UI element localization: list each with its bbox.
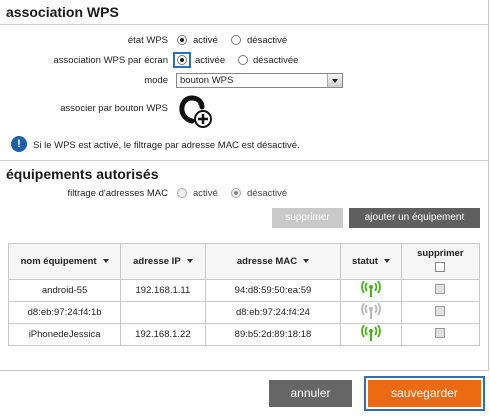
mode-select-value: bouton WPS	[180, 75, 234, 86]
row-delete-checkbox[interactable]	[435, 284, 446, 294]
info-icon: !	[11, 136, 27, 152]
supprimer-button[interactable]: supprimer	[272, 208, 343, 228]
cell-mac: d8:eb:97:24:f4:24	[204, 301, 342, 324]
divider	[0, 24, 488, 25]
ecran-desactivee-radio[interactable]	[238, 55, 248, 65]
row-delete-checkbox[interactable]	[435, 328, 446, 338]
wps-push-button-icon[interactable]	[178, 94, 214, 130]
cell-mac: 94:d8:59:50:ea:59	[204, 279, 342, 302]
bouton-wps-label: associer par bouton WPS	[60, 103, 168, 114]
cell-nom: d8:eb:97:24:f4:1b	[7, 301, 122, 324]
sort-arrow-icon[interactable]	[303, 259, 310, 264]
cell-nom: iPhonedeJessica	[7, 323, 122, 346]
cell-supprimer	[400, 279, 481, 302]
wifi-connected-icon	[361, 324, 381, 341]
equipements-table: nom équipement adresse IP adresse MAC st…	[7, 243, 481, 346]
cell-ip	[120, 301, 206, 324]
info-text: Si le WPS est activé, le filtrage par ad…	[33, 140, 300, 151]
cell-mac: 89:b5:2d:89:18:18	[204, 323, 342, 346]
table-row: iPhonedeJessica 192.168.1.22 89:b5:2d:89…	[7, 323, 481, 346]
sort-arrow-icon[interactable]	[186, 259, 193, 264]
ecran-desactivee-label[interactable]: désactivée	[253, 55, 298, 66]
cell-ip: 192.168.1.11	[120, 279, 206, 302]
divider	[0, 160, 488, 161]
cell-nom: android-55	[7, 279, 122, 302]
table-row: d8:eb:97:24:f4:1b d8:eb:97:24:f4:24	[7, 301, 481, 324]
ecran-activee-radio[interactable]	[177, 55, 187, 65]
filtrage-desactive-label[interactable]: désactivé	[247, 188, 287, 199]
wifi-disconnected-icon	[361, 302, 381, 319]
sauvegarder-button[interactable]: sauvegarder	[368, 380, 481, 407]
sort-arrow-icon[interactable]	[383, 259, 390, 264]
etat-wps-label: état WPS	[127, 35, 168, 46]
cell-ip: 192.168.1.22	[120, 323, 206, 346]
etat-wps-desactive-radio[interactable]	[231, 35, 241, 45]
column-header-mac[interactable]: adresse MAC	[204, 243, 342, 280]
filtrage-desactive-radio[interactable]	[231, 188, 241, 198]
etat-wps-active-radio[interactable]	[177, 35, 187, 45]
cell-statut	[340, 323, 402, 346]
select-all-checkbox[interactable]	[435, 262, 446, 272]
column-header-nom[interactable]: nom équipement	[7, 243, 122, 280]
ajouter-equipement-button[interactable]: ajouter un équipement	[349, 208, 480, 228]
sauvegarder-button-focus[interactable]: sauvegarder	[364, 376, 485, 411]
section-title-equipements: équipements autorisés	[6, 166, 159, 182]
column-header-ip[interactable]: adresse IP	[120, 243, 206, 280]
cell-supprimer	[400, 323, 481, 346]
etat-wps-active-label[interactable]: activé	[193, 35, 218, 46]
column-header-statut[interactable]: statut	[340, 243, 402, 280]
etat-wps-desactive-label[interactable]: désactivé	[247, 35, 287, 46]
ecran-label: association WPS par écran	[53, 55, 168, 66]
column-header-supprimer: supprimer	[400, 243, 481, 280]
table-row: android-55 192.168.1.11 94:d8:59:50:ea:5…	[7, 279, 481, 302]
settings-panel: association WPS état WPS activé désactiv…	[0, 0, 489, 371]
mode-label: mode	[144, 75, 168, 86]
section-title-wps: association WPS	[6, 4, 119, 20]
filtrage-active-radio[interactable]	[177, 188, 187, 198]
row-delete-checkbox[interactable]	[435, 306, 446, 316]
annuler-button[interactable]: annuler	[269, 380, 352, 407]
chevron-down-icon[interactable]	[327, 74, 342, 87]
wifi-connected-icon	[361, 280, 381, 297]
filtrage-mac-label: filtrage d'adresses MAC	[67, 188, 168, 199]
ecran-activee-label[interactable]: activée	[195, 55, 225, 66]
cell-statut	[340, 279, 402, 302]
sort-arrow-icon[interactable]	[102, 259, 109, 264]
filtrage-active-label[interactable]: activé	[193, 188, 218, 199]
cell-supprimer	[400, 301, 481, 324]
cell-statut	[340, 301, 402, 324]
mode-select[interactable]: bouton WPS	[176, 73, 343, 88]
